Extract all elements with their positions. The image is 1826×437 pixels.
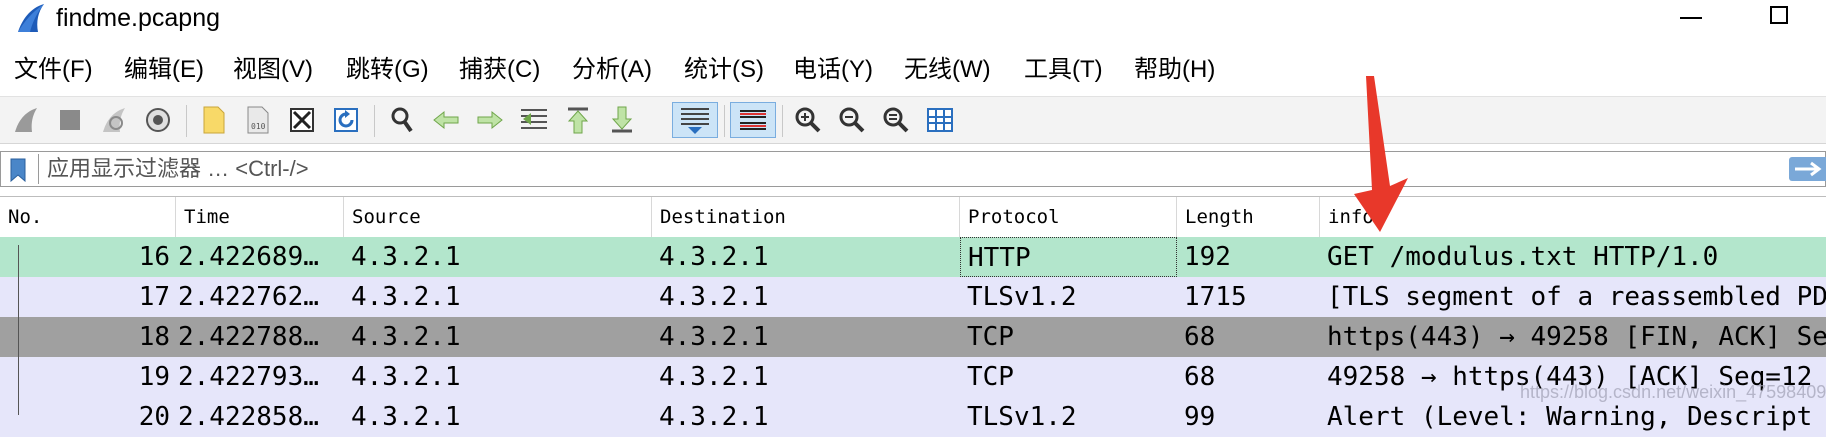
red-annotation-arrow <box>1354 76 1408 232</box>
cell-time: 2.422689… <box>178 242 319 272</box>
cell-info: Alert (Level: Warning, Descript <box>1327 402 1813 432</box>
column-header-no[interactable]: No. <box>0 197 176 237</box>
watermark-text: https://blog.csdn.net/weixin_47598409 <box>1520 382 1826 402</box>
go-back-icon[interactable] <box>428 102 464 138</box>
menu-go[interactable]: 跳转(G) <box>346 50 429 90</box>
cell-destination: 4.3.2.1 <box>659 402 769 432</box>
cell-length: 1715 <box>1184 282 1247 312</box>
normal-size-icon[interactable] <box>878 102 914 138</box>
cell-destination: 4.3.2.1 <box>659 322 769 352</box>
conversation-tree-line <box>18 245 19 415</box>
start-capture-icon[interactable] <box>8 102 44 138</box>
cell-length: 68 <box>1184 362 1216 392</box>
filter-bookmark-icon[interactable] <box>8 158 28 182</box>
last-packet-icon[interactable] <box>604 102 640 138</box>
cell-source: 4.3.2.1 <box>351 282 461 312</box>
go-to-packet-icon[interactable] <box>516 102 552 138</box>
cell-destination: 4.3.2.1 <box>659 362 769 392</box>
display-filter-input[interactable]: 应用显示过滤器 … <Ctrl-/> <box>47 152 309 186</box>
title-bar: findme.pcapng <box>0 0 1826 38</box>
cell-length: 99 <box>1184 402 1216 432</box>
cell-time: 2.422788… <box>178 322 319 352</box>
cell-info: GET /modulus.txt HTTP/1.0 <box>1327 242 1719 272</box>
cell-destination: 4.3.2.1 <box>659 242 769 272</box>
menu-tools[interactable]: 工具(T) <box>1024 50 1103 90</box>
column-header-source[interactable]: Source <box>344 197 652 237</box>
open-file-icon[interactable] <box>196 102 232 138</box>
main-toolbar: 010 <box>0 96 1826 144</box>
window-title: findme.pcapng <box>56 4 221 32</box>
cell-protocol: TLSv1.2 <box>967 402 1077 432</box>
arrow-right-icon <box>1795 161 1822 177</box>
zoom-out-icon[interactable] <box>834 102 870 138</box>
cell-destination: 4.3.2.1 <box>659 282 769 312</box>
table-row[interactable]: 20 2.422858… 4.3.2.1 4.3.2.1 TLSv1.2 99 Alert … <box>0 397 1826 437</box>
stop-capture-icon[interactable] <box>52 102 88 138</box>
menu-edit[interactable]: 编辑(E) <box>124 50 204 90</box>
cell-info: [TLS segment of a reassembled PDU] <box>1327 282 1826 312</box>
table-row[interactable]: 16 2.422689… 4.3.2.1 4.3.2.1 HTTP 192 GET /mod… <box>0 237 1826 277</box>
cell-protocol: TCP <box>967 362 1014 392</box>
cell-source: 4.3.2.1 <box>351 322 461 352</box>
zoom-in-icon[interactable] <box>790 102 826 138</box>
column-header-destination[interactable]: Destination <box>652 197 960 237</box>
cell-protocol: TLSv1.2 <box>967 282 1077 312</box>
cell-time: 2.422793… <box>178 362 319 392</box>
cell-no: 16 <box>138 242 170 272</box>
minimize-button[interactable] <box>1680 17 1702 19</box>
cell-protocol: TCP <box>967 322 1014 352</box>
cell-no: 20 <box>138 402 170 432</box>
table-row[interactable]: 17 2.422762… 4.3.2.1 4.3.2.1 TLSv1.2 1715 [TLS… <box>0 277 1826 317</box>
cell-no: 18 <box>138 322 170 352</box>
cell-source: 4.3.2.1 <box>351 362 461 392</box>
cell-no: 19 <box>138 362 170 392</box>
menu-capture[interactable]: 捕获(C) <box>459 50 540 90</box>
menu-view[interactable]: 视图(V) <box>233 50 313 90</box>
cell-no: 17 <box>138 282 170 312</box>
maximize-button[interactable] <box>1770 6 1788 24</box>
cell-protocol: HTTP <box>960 237 1177 277</box>
resize-columns-icon[interactable] <box>922 102 958 138</box>
menu-analyze[interactable]: 分析(A) <box>572 50 652 90</box>
menu-telephony[interactable]: 电话(Y) <box>793 50 873 90</box>
column-header-protocol[interactable]: Protocol <box>960 197 1177 237</box>
cell-info: https(443) → 49258 [FIN, ACK] Seq <box>1327 322 1826 352</box>
cell-length: 68 <box>1184 322 1216 352</box>
column-header-time[interactable]: Time <box>176 197 344 237</box>
save-file-icon[interactable]: 010 <box>240 102 276 138</box>
menu-statistics[interactable]: 统计(S) <box>684 50 764 90</box>
capture-options-icon[interactable] <box>140 102 176 138</box>
reload-file-icon[interactable] <box>328 102 364 138</box>
close-file-icon[interactable] <box>284 102 320 138</box>
go-forward-icon[interactable] <box>472 102 508 138</box>
find-packet-icon[interactable] <box>384 102 420 138</box>
cell-source: 4.3.2.1 <box>351 242 461 272</box>
table-row[interactable]: 18 2.422788… 4.3.2.1 4.3.2.1 TCP 68 https(443)… <box>0 317 1826 357</box>
cell-time: 2.422858… <box>178 402 319 432</box>
apply-filter-button[interactable] <box>1789 157 1826 181</box>
column-header-length[interactable]: Length <box>1177 197 1320 237</box>
cell-source: 4.3.2.1 <box>351 402 461 432</box>
wireshark-fin-icon <box>18 4 44 32</box>
restart-capture-icon[interactable] <box>96 102 132 138</box>
menu-file[interactable]: 文件(F) <box>14 50 93 90</box>
autoscroll-icon[interactable] <box>672 102 718 138</box>
menu-help[interactable]: 帮助(H) <box>1134 50 1215 90</box>
svg-text:010: 010 <box>251 122 266 131</box>
cell-length: 192 <box>1184 242 1231 272</box>
menu-bar: 文件(F) 编辑(E) 视图(V) 跳转(G) 捕获(C) 分析(A) 统计(S… <box>0 50 1826 90</box>
display-filter-bar: 应用显示过滤器 … <Ctrl-/> <box>0 151 1826 187</box>
cell-time: 2.422762… <box>178 282 319 312</box>
colorize-icon[interactable] <box>730 102 776 138</box>
menu-wireless[interactable]: 无线(W) <box>904 50 991 90</box>
first-packet-icon[interactable] <box>560 102 596 138</box>
